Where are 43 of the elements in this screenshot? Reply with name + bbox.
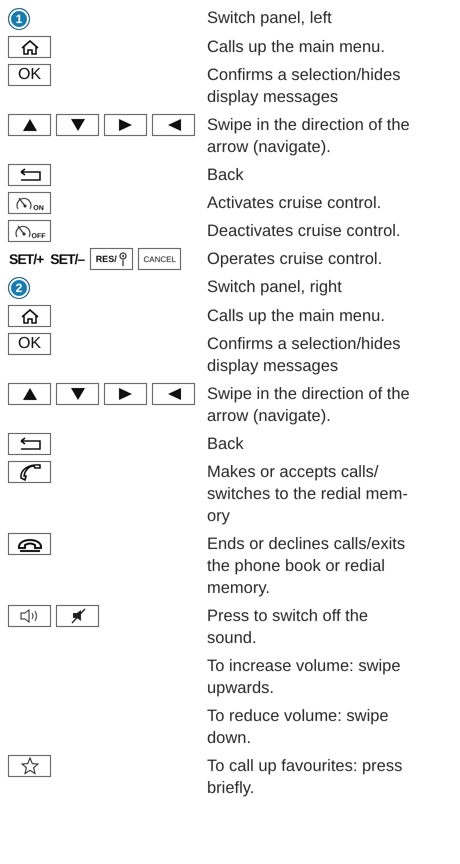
antenna-icon (118, 252, 128, 266)
description-text: To reduce volume: swipe down. (207, 706, 389, 749)
up-triangle-icon (20, 117, 38, 133)
description-text: Calls up the main menu. (207, 306, 385, 327)
star-icon (20, 757, 38, 775)
description-text: Activates cruise control. (207, 193, 382, 214)
description-text: Back (207, 434, 244, 455)
description-text: Confirms a selection/hides display messages (207, 65, 401, 108)
description-text: To call up favourites: press briefly. (207, 756, 402, 799)
description-text: Operates cruise control. (207, 249, 382, 270)
up-triangle-icon (20, 386, 38, 402)
home-icon (18, 38, 40, 56)
description-text: Swipe in the direction of the arrow (navigate). (207, 115, 410, 158)
description-text: Switch panel, left (207, 8, 332, 29)
description-text: Ends or declines calls/exits the phone book or redial memory. (207, 534, 406, 599)
description-text: To increase volume: swipe upwards. (207, 656, 401, 699)
description-text: Press to switch off the sound. (207, 606, 368, 649)
description-text: Swipe in the direction of the arrow (navigate). (207, 384, 410, 427)
down-triangle-icon (68, 117, 86, 133)
description-text: Back (207, 165, 244, 186)
key-label: OK (8, 333, 51, 355)
right-triangle-icon (116, 117, 134, 133)
description-text: Switch panel, right (207, 277, 342, 298)
back-arrow-icon (18, 168, 42, 182)
back-arrow-icon (18, 437, 42, 451)
key-label: SET/– (49, 250, 86, 269)
speedometer-icon (14, 224, 32, 238)
number-badge: 1 (8, 8, 30, 30)
home-icon (18, 307, 40, 325)
key-label: OK (8, 64, 51, 86)
key-label: SET/+ (8, 250, 44, 269)
key-label: CANCEL (138, 248, 182, 270)
muted-speaker-icon (68, 607, 86, 625)
phone-handset-icon (18, 462, 42, 482)
description-text: Confirms a selection/hides display messages (207, 334, 401, 377)
number-badge: 2 (8, 277, 30, 299)
description-text: Makes or accepts calls/ switches to the redial mem- ory (207, 462, 408, 527)
key-label: RES/ (96, 254, 117, 264)
speedometer-icon (15, 196, 34, 210)
description-text: Calls up the main menu. (207, 37, 385, 58)
description-text: Deactivates cruise control. (207, 221, 400, 242)
down-triangle-icon (68, 386, 86, 402)
right-triangle-icon (116, 386, 134, 402)
